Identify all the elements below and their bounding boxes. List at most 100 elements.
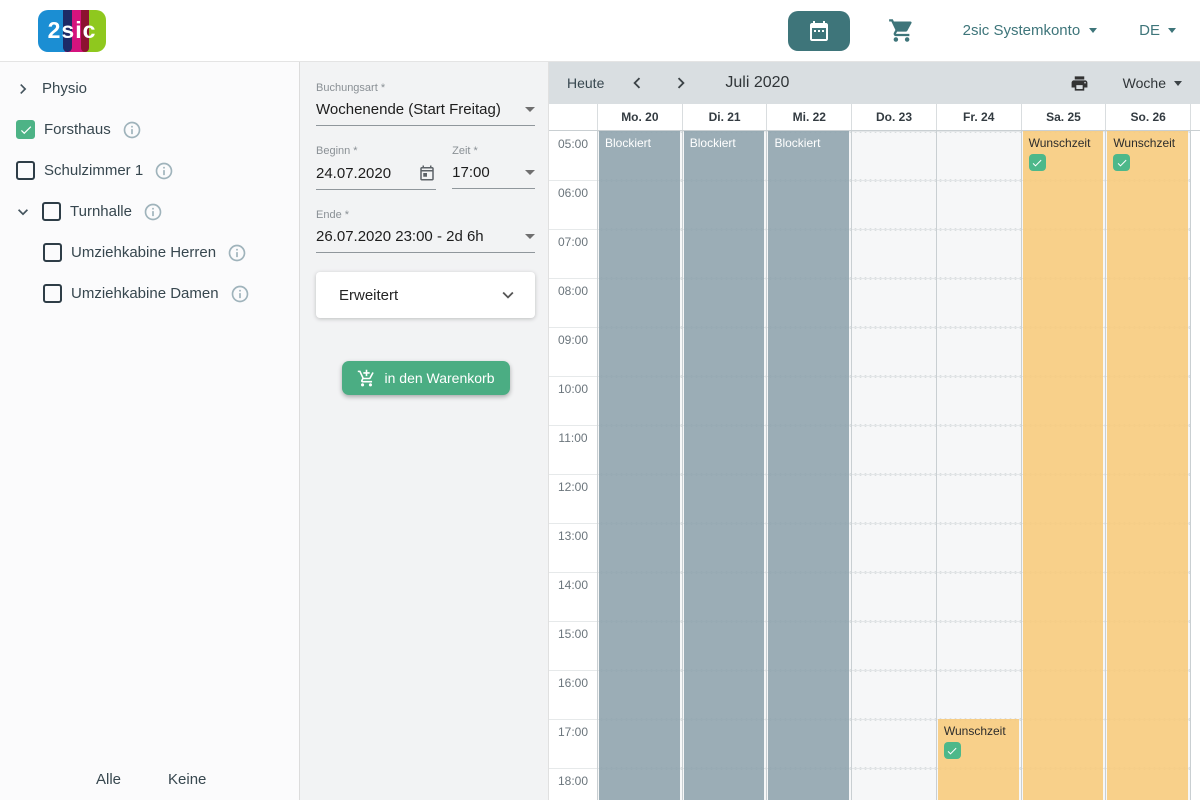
begin-date-field: Beginn * 24.07.2020 xyxy=(316,145,436,190)
time-label: 16:00 xyxy=(549,670,597,719)
dropdown-arrow-icon xyxy=(525,107,535,112)
booking-form-panel: Buchungsart * Wochenende (Start Freitag)… xyxy=(300,62,548,800)
checkbox-unchecked[interactable] xyxy=(16,161,35,180)
event-wunschzeit[interactable]: Wunschzeit xyxy=(938,719,1019,800)
scrollbar-track[interactable] xyxy=(1190,131,1200,800)
calendar-icon xyxy=(807,19,831,43)
time-label: 17:00 xyxy=(549,719,597,768)
account-label: 2sic Systemkonto xyxy=(963,22,1081,39)
begin-date-input[interactable]: 24.07.2020 xyxy=(316,164,436,190)
time-label: 08:00 xyxy=(549,278,597,327)
today-button[interactable]: Heute xyxy=(567,75,604,91)
info-icon[interactable] xyxy=(143,202,163,222)
booking-type-select[interactable]: Wochenende (Start Freitag) xyxy=(316,101,535,126)
time-label: 09:00 xyxy=(549,327,597,376)
sidebar-item-umziehkabine-herren[interactable]: Umziehkabine Herren xyxy=(0,232,299,273)
add-to-cart-icon xyxy=(357,369,376,388)
day-column-di-21[interactable]: Blockiert xyxy=(682,131,767,800)
chevron-down-icon[interactable] xyxy=(13,202,33,222)
event-blocked: Blockiert xyxy=(768,131,849,800)
chevron-down-icon xyxy=(497,284,519,306)
sidebar-item-label: Umziehkabine Herren xyxy=(71,244,216,261)
print-button[interactable] xyxy=(1070,74,1089,93)
event-wunschzeit[interactable]: Wunschzeit xyxy=(1023,131,1104,800)
time-label: 10:00 xyxy=(549,376,597,425)
chevron-down-icon xyxy=(1174,81,1182,86)
calendar-view-button[interactable] xyxy=(788,11,850,51)
day-header: Mo. 20 xyxy=(597,104,682,130)
checkbox-unchecked[interactable] xyxy=(43,284,62,303)
checkbox-checked[interactable] xyxy=(1029,154,1046,171)
end-label: Ende * xyxy=(316,209,535,221)
sidebar-item-physio[interactable]: Physio xyxy=(0,68,299,109)
booking-type-label: Buchungsart * xyxy=(316,82,535,94)
sidebar-item-label: Umziehkabine Damen xyxy=(71,285,219,302)
time-label: Zeit * xyxy=(452,145,535,157)
chevron-down-icon xyxy=(1168,28,1176,33)
info-icon[interactable] xyxy=(230,284,250,304)
select-all-button[interactable]: Alle xyxy=(94,767,123,792)
time-gutter-spacer xyxy=(549,104,597,130)
logo-text: 2sic xyxy=(38,10,106,52)
top-header: 2sic 2sic Systemkonto DE xyxy=(0,0,1200,62)
calendar-panel: Heute Juli 2020 Woche Mo. xyxy=(548,62,1200,800)
account-menu[interactable]: 2sic Systemkonto xyxy=(963,22,1098,39)
end-select[interactable]: 26.07.2020 23:00 - 2d 6h xyxy=(316,228,535,253)
end-field: Ende * 26.07.2020 23:00 - 2d 6h xyxy=(316,209,535,253)
sidebar-item-turnhalle[interactable]: Turnhalle xyxy=(0,191,299,232)
next-week-button[interactable] xyxy=(670,72,692,94)
event-blocked: Blockiert xyxy=(599,131,680,800)
chevron-down-icon xyxy=(1089,28,1097,33)
advanced-label: Erweitert xyxy=(339,287,398,304)
checkbox-checked[interactable] xyxy=(16,120,35,139)
event-wunschzeit[interactable]: Wunschzeit xyxy=(1107,131,1188,800)
main-content: Physio Forsthaus Schulzimmer 1 xyxy=(0,62,1200,800)
day-column-mo-20[interactable]: Blockiert xyxy=(597,131,682,800)
day-header: Sa. 25 xyxy=(1021,104,1106,130)
time-label: 13:00 xyxy=(549,523,597,572)
datepicker-icon[interactable] xyxy=(418,164,436,182)
language-menu[interactable]: DE xyxy=(1139,22,1176,39)
sidebar-item-label: Turnhalle xyxy=(70,203,132,220)
select-none-button[interactable]: Keine xyxy=(166,767,208,792)
event-blocked: Blockiert xyxy=(684,131,765,800)
dropdown-arrow-icon xyxy=(525,234,535,239)
info-icon[interactable] xyxy=(122,120,142,140)
time-label: 14:00 xyxy=(549,572,597,621)
day-header-row: Mo. 20 Di. 21 Mi. 22 Do. 23 Fr. 24 Sa. 2… xyxy=(549,104,1200,131)
checkbox-checked[interactable] xyxy=(944,742,961,759)
begin-time-field: Zeit * 17:00 xyxy=(452,145,535,190)
info-icon[interactable] xyxy=(227,243,247,263)
sidebar-item-label: Physio xyxy=(42,80,87,97)
booking-type-field: Buchungsart * Wochenende (Start Freitag) xyxy=(316,82,535,126)
shopping-cart-icon[interactable] xyxy=(888,17,915,44)
begin-time-select[interactable]: 17:00 xyxy=(452,164,535,189)
sidebar-item-forsthaus[interactable]: Forsthaus xyxy=(0,109,299,150)
day-header: Do. 23 xyxy=(851,104,936,130)
sidebar-item-schulzimmer1[interactable]: Schulzimmer 1 xyxy=(0,150,299,191)
day-header: Mi. 22 xyxy=(766,104,851,130)
sidebar-item-label: Schulzimmer 1 xyxy=(44,162,143,179)
checkbox-checked[interactable] xyxy=(1113,154,1130,171)
resource-sidebar: Physio Forsthaus Schulzimmer 1 xyxy=(0,62,300,800)
day-column-do-23[interactable] xyxy=(851,131,936,800)
time-label: 07:00 xyxy=(549,229,597,278)
advanced-expander[interactable]: Erweitert xyxy=(316,272,535,318)
time-label: 05:00 xyxy=(549,131,597,180)
view-selector[interactable]: Woche xyxy=(1123,75,1182,91)
day-column-fr-24[interactable]: Wunschzeit xyxy=(936,131,1021,800)
info-icon[interactable] xyxy=(154,161,174,181)
2sic-logo[interactable]: 2sic xyxy=(38,10,106,52)
chevron-right-icon[interactable] xyxy=(13,79,33,99)
day-column-sa-25[interactable]: Wunschzeit xyxy=(1021,131,1106,800)
sidebar-item-umziehkabine-damen[interactable]: Umziehkabine Damen xyxy=(0,273,299,314)
day-header: Di. 21 xyxy=(682,104,767,130)
checkbox-unchecked[interactable] xyxy=(43,243,62,262)
day-column-so-26[interactable]: Wunschzeit xyxy=(1105,131,1190,800)
checkbox-unchecked[interactable] xyxy=(42,202,61,221)
prev-week-button[interactable] xyxy=(626,72,648,94)
begin-label: Beginn * xyxy=(316,145,436,157)
day-column-mi-22[interactable]: Blockiert xyxy=(766,131,851,800)
header-actions: 2sic Systemkonto DE xyxy=(788,11,1176,51)
add-to-cart-button[interactable]: in den Warenkorb xyxy=(342,361,510,395)
